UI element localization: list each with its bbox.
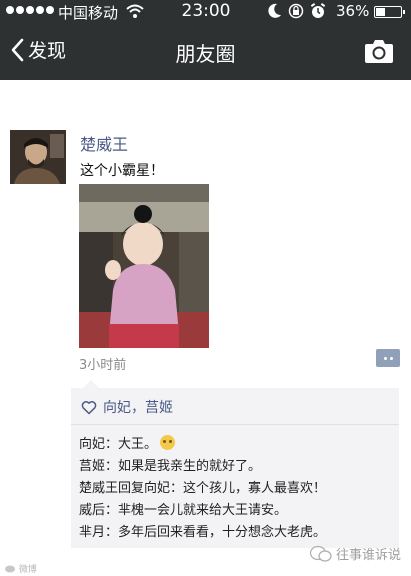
signal-dots-icon <box>6 6 54 14</box>
avatar-image <box>10 130 66 184</box>
comment-text: 多年后回来看看，十分想念大老虎。 <box>118 525 327 540</box>
watermark-left-text: 微博 <box>18 565 37 575</box>
comment-item[interactable]: 莒姬：如果是我亲生的就好了。 <box>79 456 397 478</box>
post-time: 3小时前 <box>79 358 127 373</box>
weibo-icon <box>5 565 15 573</box>
comment-item[interactable]: 威后：芈槐一会儿就来给大王请安。 <box>79 500 397 522</box>
smile-emoji-icon <box>160 435 176 450</box>
comment-list: 向妃：大王。 莒姬：如果是我亲生的就好了。 楚威王回复向妃：这个孩儿，寡人最喜欢！威… <box>79 434 397 544</box>
post-text: 这个小霸星！ <box>80 163 164 179</box>
watermark-left: 微博 <box>4 562 37 575</box>
page-title: 朋友圈 <box>175 42 236 66</box>
moon-icon <box>268 3 281 18</box>
watermark-right: 往事谁诉说 <box>310 544 401 563</box>
comment-text: 这个孩儿，寡人最喜欢！ <box>183 481 327 496</box>
watermark-right-text: 往事谁诉说 <box>336 548 402 563</box>
comment-item[interactable]: 芈月：多年后回来看看，十分想念大老虎。 <box>79 522 397 544</box>
post-photo[interactable] <box>79 184 209 348</box>
status-bar: 中国移动 23:00 36% <box>0 0 411 24</box>
heart-icon <box>81 400 97 414</box>
avatar[interactable] <box>10 130 66 184</box>
comment-user[interactable]: 向妃： <box>79 437 118 452</box>
wechat-icon <box>310 545 332 562</box>
status-time: 23:00 <box>181 1 231 21</box>
comment-user[interactable]: 莒姬： <box>79 459 118 474</box>
alarm-icon <box>310 3 326 18</box>
wifi-icon <box>126 4 144 18</box>
nav-bar: 发现 朋友圈 <box>0 24 411 80</box>
likes-comments-panel: 向妃，莒姬 向妃：大王。 莒姬：如果是我亲生的就好了。 楚威王回复向妃：这个孩儿，寡… <box>71 380 399 548</box>
comment-item[interactable]: 楚威王回复向妃：这个孩儿，寡人最喜欢！ <box>79 478 397 500</box>
camera-icon[interactable] <box>364 38 394 64</box>
comment-menu-button[interactable] <box>376 349 400 367</box>
divider <box>71 424 399 425</box>
likes-row: 向妃，莒姬 <box>81 397 173 417</box>
comment-user[interactable]: 楚威王回复向妃： <box>79 481 183 496</box>
comment-text: 芈槐一会儿就来给大王请安。 <box>118 503 288 518</box>
comment-text: 如果是我亲生的就好了。 <box>118 459 262 474</box>
comment-text: 大王。 <box>118 437 158 452</box>
battery-level <box>376 8 385 16</box>
post-author[interactable]: 楚威王 <box>80 131 128 155</box>
post-photo-image <box>79 184 209 348</box>
comment-user[interactable]: 芈月： <box>79 525 118 540</box>
top-bar: 中国移动 23:00 36% 发现 朋友圈 <box>0 0 411 80</box>
comment-item[interactable]: 向妃：大王。 <box>79 434 397 456</box>
rotation-lock-icon <box>288 3 304 19</box>
likes-names[interactable]: 向妃，莒姬 <box>103 397 173 417</box>
battery-icon <box>374 6 405 18</box>
comment-user[interactable]: 威后： <box>79 503 118 518</box>
battery-percent: 36% <box>336 2 370 20</box>
carrier-name: 中国移动 <box>58 4 119 22</box>
